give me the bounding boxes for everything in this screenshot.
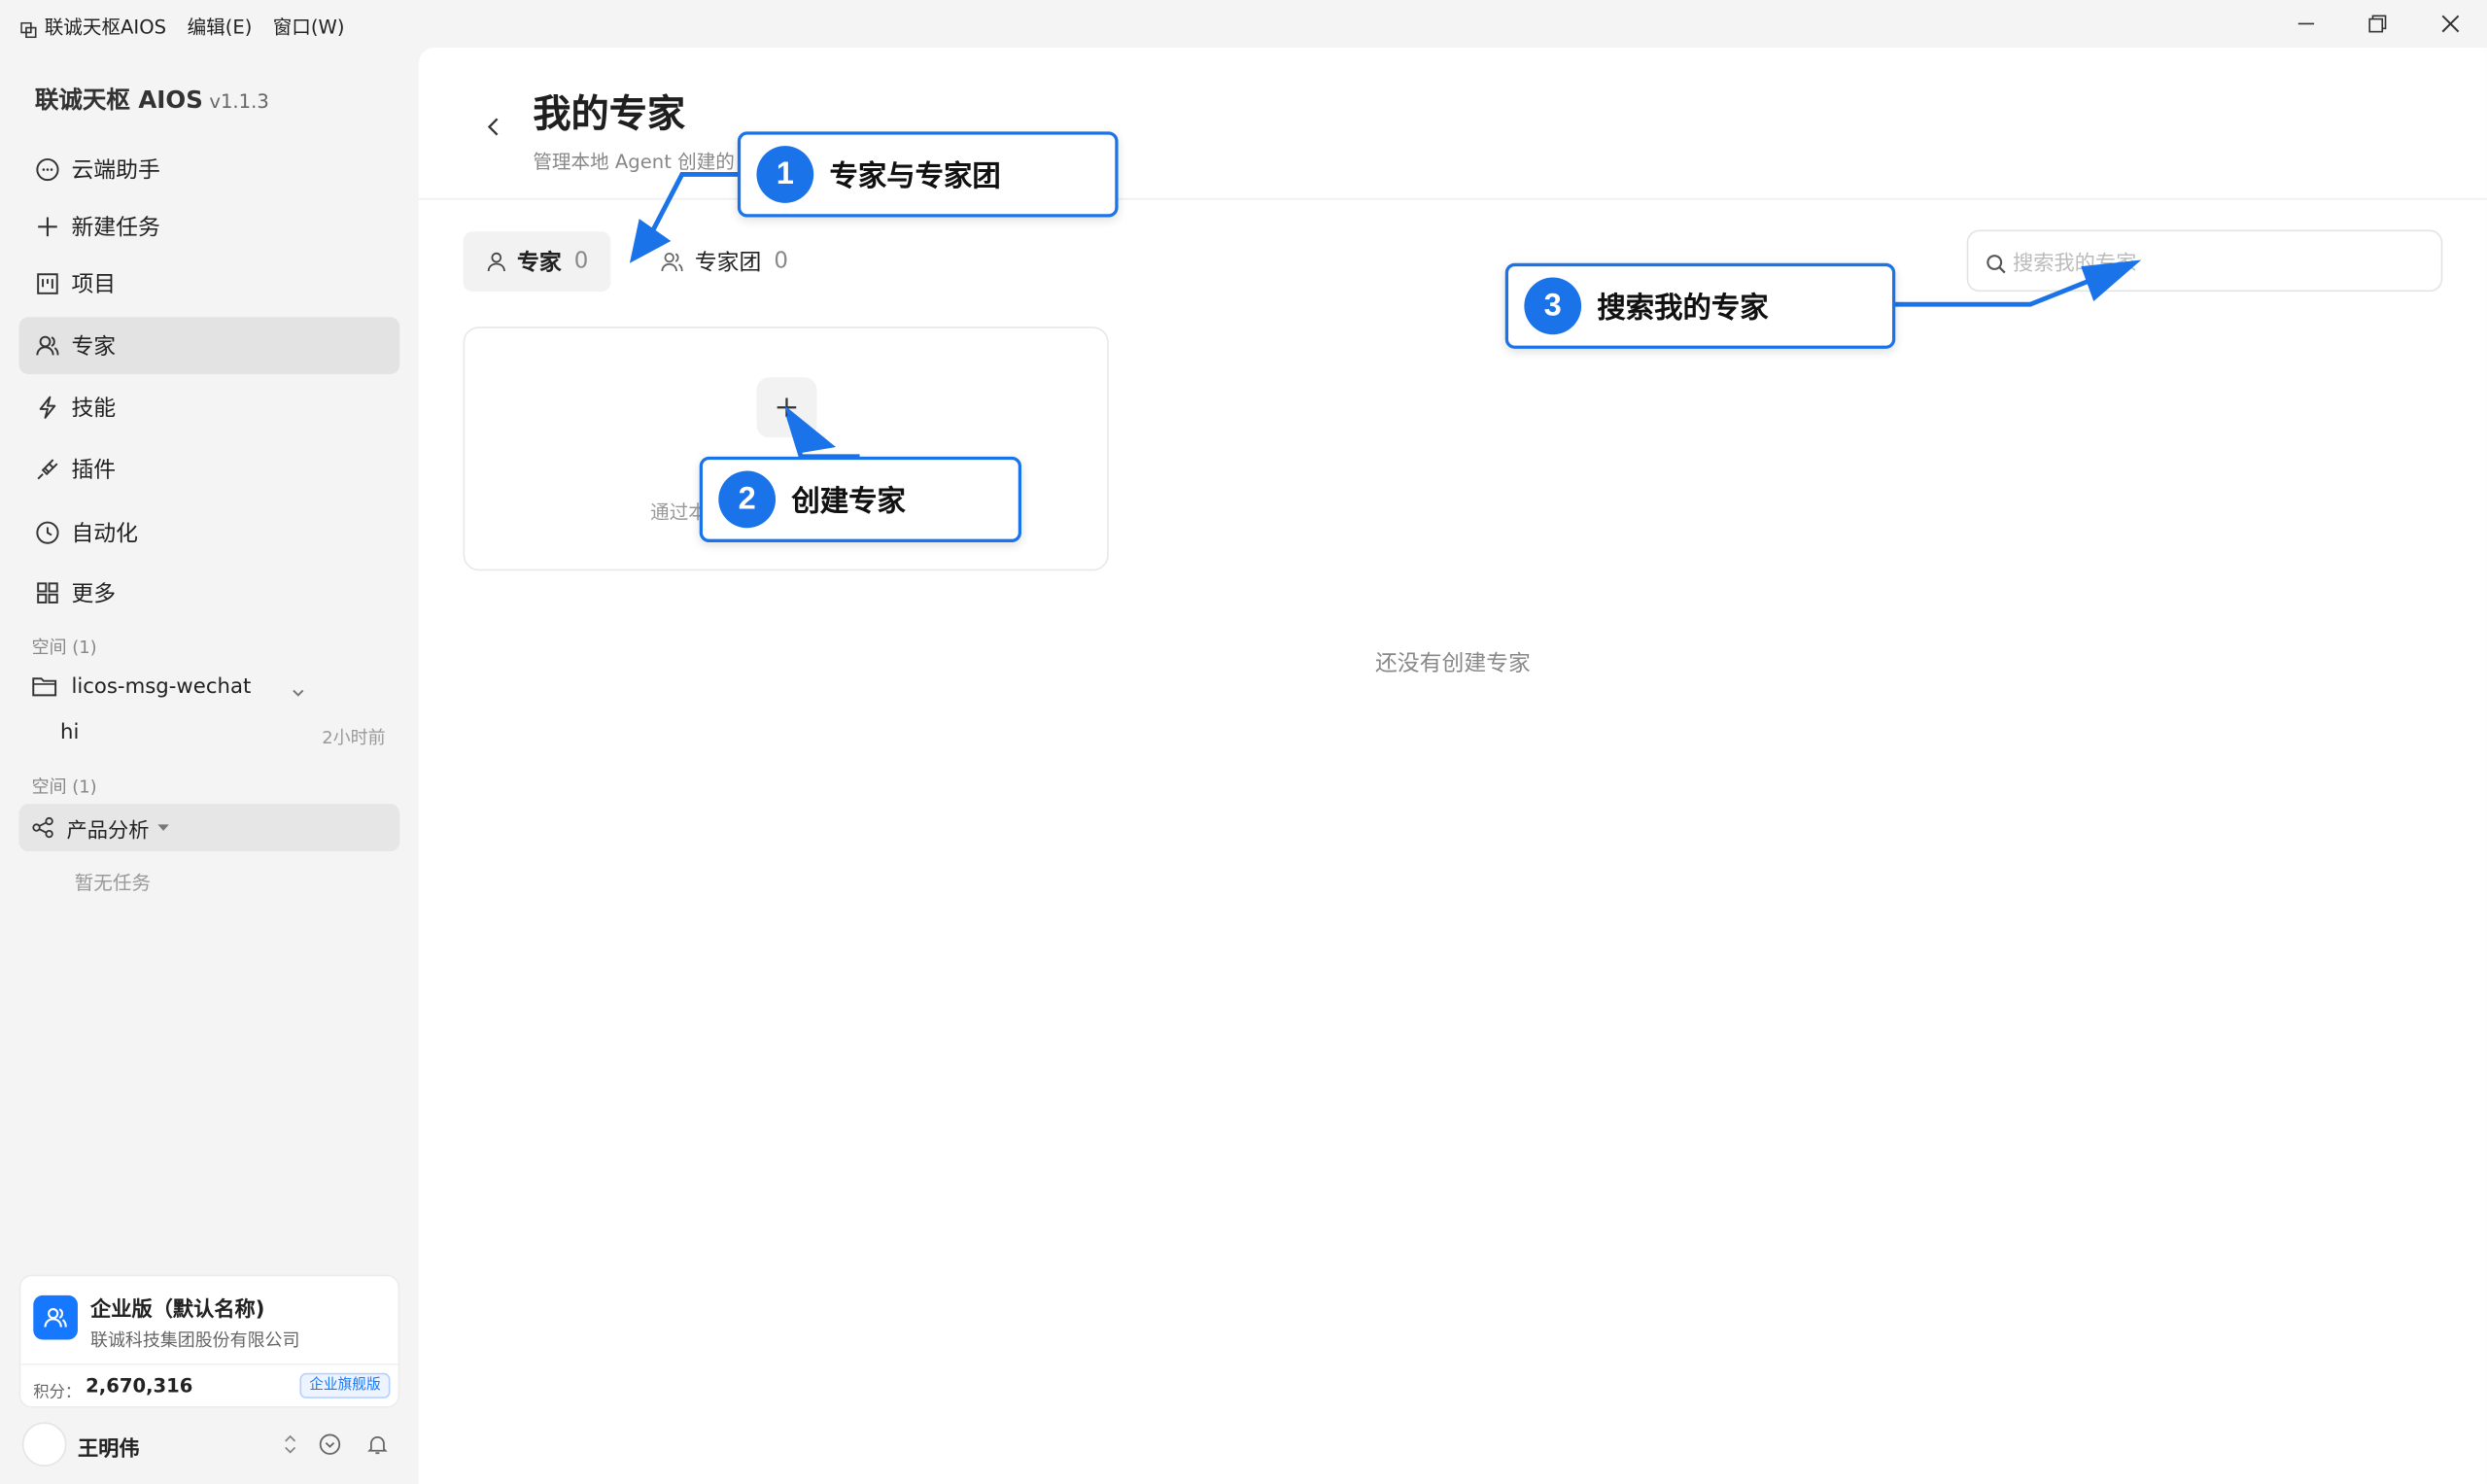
callout-1: 1 专家与专家团 xyxy=(737,131,1119,218)
callout-text: 创建专家 xyxy=(791,485,906,519)
callout-text: 专家与专家团 xyxy=(829,159,1001,194)
annotation-arrows xyxy=(629,172,2142,460)
callout-3: 3 搜索我的专家 xyxy=(1504,262,1896,349)
callout-text: 搜索我的专家 xyxy=(1597,292,1769,326)
callout-number: 3 xyxy=(1524,277,1582,335)
callout-number: 2 xyxy=(718,470,777,529)
callout-2: 2 创建专家 xyxy=(699,456,1022,542)
callout-number: 1 xyxy=(756,146,814,203)
